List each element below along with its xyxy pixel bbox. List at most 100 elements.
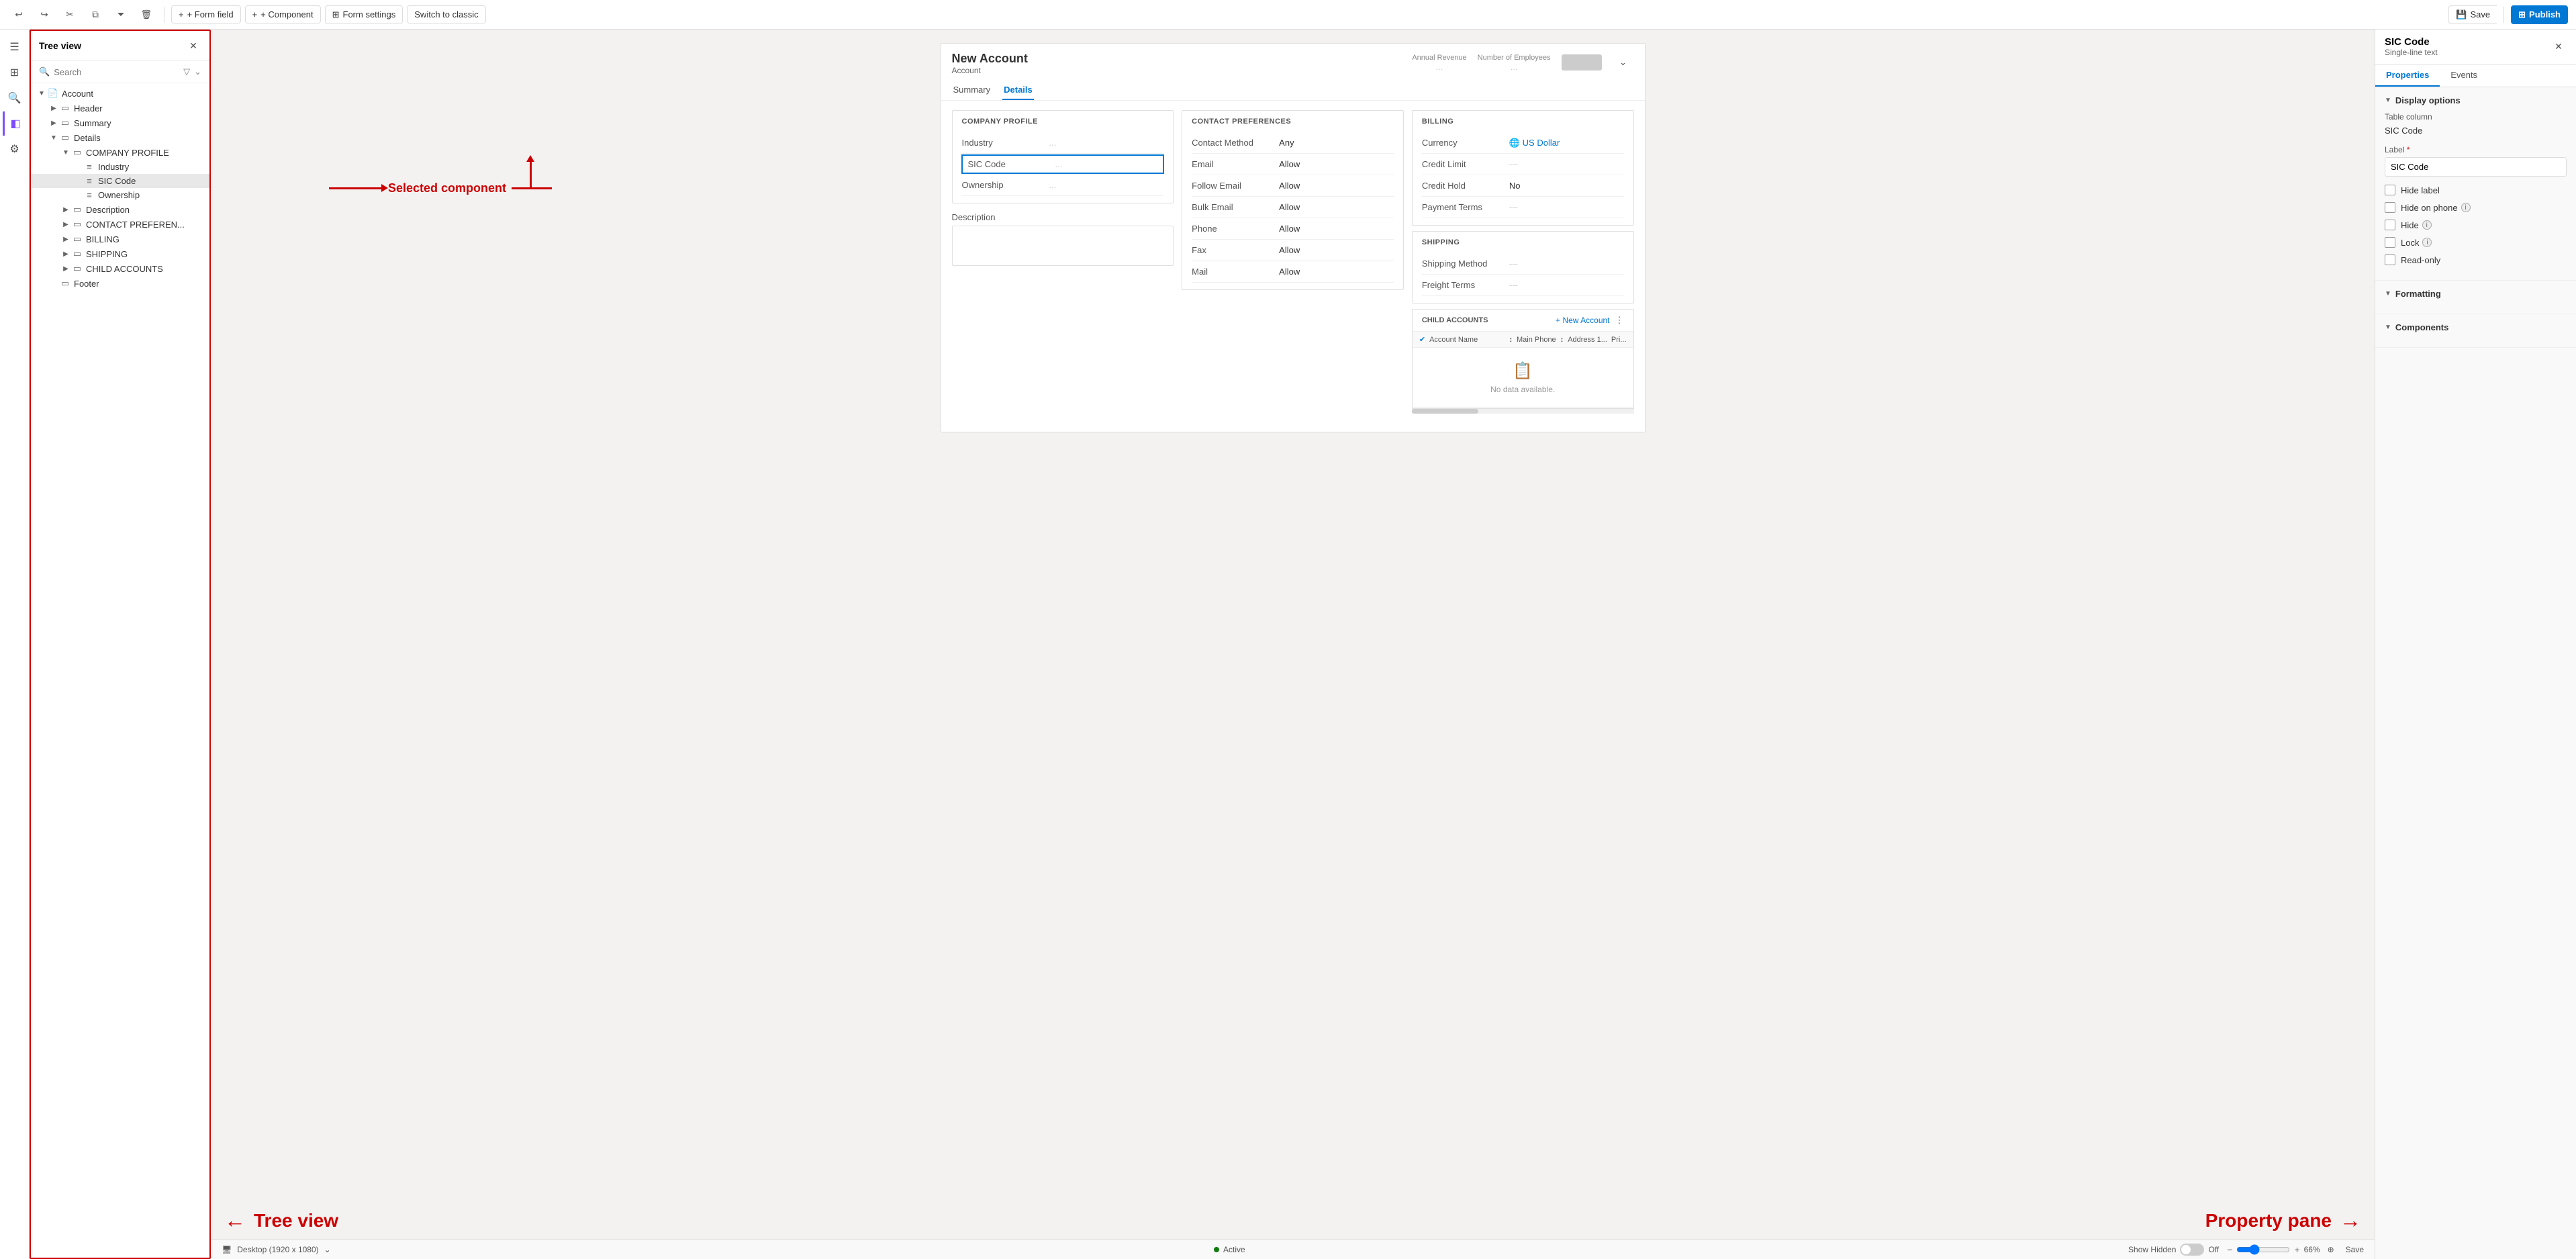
form-field-button[interactable]: + + Form field [171,5,241,24]
label-input[interactable] [2385,157,2567,177]
field-contact-method: Contact Method Any [1192,132,1394,154]
tree-item-industry[interactable]: ▶ ≡ Industry [31,160,209,174]
tree-item-ownership[interactable]: ▶ ≡ Ownership [31,188,209,202]
filter-down-icon[interactable]: ⌄ [194,66,201,77]
switch-classic-button[interactable]: Switch to classic [407,5,485,24]
save-icon: 💾 [2456,9,2467,20]
toggle-header[interactable]: ▶ [48,105,59,112]
sidebar-icon-layers[interactable]: ◧ [3,111,27,136]
tree-item-contact-prefs[interactable]: ▶ ▭ CONTACT PREFEREN... [31,217,209,232]
col-account-name[interactable]: Account Name [1429,336,1505,344]
toggle-contact[interactable]: ▶ [60,221,71,228]
toggle-account[interactable]: ▼ [36,90,47,97]
tree-item-shipping[interactable]: ▶ ▭ SHIPPING [31,246,209,261]
canvas-save-button[interactable]: Save [2346,1245,2364,1254]
hide-checkbox[interactable] [2385,220,2395,230]
form-record-info: New Account Account [952,52,1028,75]
save-button[interactable]: 💾 Save [2448,5,2497,24]
prop-close-button[interactable]: ✕ [2550,39,2567,55]
tree-item-account[interactable]: ▼ 📄 Account [31,86,209,101]
tree-item-billing[interactable]: ▶ ▭ BILLING [31,232,209,246]
col-address[interactable]: Address 1... [1568,336,1607,344]
hide-on-phone-checkbox[interactable] [2385,202,2395,213]
form-header-chevron[interactable]: ⌄ [1613,52,1634,73]
copy-button[interactable]: ⧉ [85,4,106,26]
device-chevron[interactable]: ⌄ [324,1245,331,1254]
history-button[interactable]: ⏷ [110,4,132,26]
publish-button[interactable]: ⊞ Publish [2511,5,2568,24]
lock-info-icon[interactable]: i [2422,238,2432,247]
toggle-shipping[interactable]: ▶ [60,250,71,258]
child-menu-icon[interactable]: ⋮ [1615,315,1624,326]
sidebar-icon-apps[interactable]: ⊞ [3,60,27,85]
field-phone: Phone Allow [1192,218,1394,240]
tree-item-child-accounts[interactable]: ▶ ▭ CHILD ACCOUNTS [31,261,209,276]
zoom-minus-icon[interactable]: − [2227,1244,2232,1255]
tab-summary[interactable]: Summary [952,81,992,100]
tab-details[interactable]: Details [1002,81,1034,100]
components-header[interactable]: ▼ Components [2385,322,2567,332]
hide-on-phone-info-icon[interactable]: i [2461,203,2471,212]
display-options-header[interactable]: ▼ Display options [2385,95,2567,105]
toggle-summary[interactable]: ▶ [48,120,59,127]
tree-item-header[interactable]: ▶ ▭ Header [31,101,209,115]
shipping-method-value: --- [1509,259,1624,269]
fit-screen-button[interactable]: ⊕ [2324,1243,2338,1256]
lock-checkbox[interactable] [2385,237,2395,248]
toggle-details[interactable]: ▼ [48,134,59,142]
hide-label-text: Hide label [2401,185,2440,195]
tree-item-description[interactable]: ▶ ▭ Description [31,202,209,217]
checkbox-hide[interactable]: Hide i [2385,220,2567,230]
checkbox-lock[interactable]: Lock i [2385,237,2567,248]
prop-tab-events[interactable]: Events [2440,64,2488,87]
form-canvas: New Account Account Annual Revenue ... N… [941,43,1645,432]
ownership-field-label: Ownership [962,180,1049,190]
billing-label: BILLING [1422,118,1624,126]
prop-tab-properties[interactable]: Properties [2375,64,2440,87]
tree-item-sic-code[interactable]: ▶ ≡ SIC Code [31,174,209,188]
undo-button[interactable]: ↩ [8,4,30,26]
tree-item-company-profile[interactable]: ▼ ▭ COMPANY PROFILE [31,145,209,160]
hide-info-icon[interactable]: i [2422,220,2432,230]
canvas-area: New Account Account Annual Revenue ... N… [211,30,2375,1259]
billing-section: BILLING Currency 🌐 US Dollar Credit Limi… [1412,110,1634,226]
col-main-phone[interactable]: Main Phone [1517,336,1556,344]
scrollbar-thumb[interactable] [1412,409,1478,414]
cut-button[interactable]: ✂ [59,4,81,26]
tree-close-button[interactable]: ✕ [185,38,201,54]
toggle-track[interactable] [2180,1244,2204,1256]
component-button[interactable]: + + Component [245,5,321,24]
toggle-company[interactable]: ▼ [60,149,71,156]
toggle-billing[interactable]: ▶ [60,236,71,243]
new-account-button[interactable]: + New Account [1556,316,1609,325]
formatting-header[interactable]: ▼ Formatting [2385,289,2567,299]
tree-item-details[interactable]: ▼ ▭ Details [31,130,209,145]
description-textarea[interactable] [952,226,1174,266]
arrow-right-icon: → [2340,1208,2361,1233]
tree-item-label: SHIPPING [86,249,128,259]
sic-code-selected-row[interactable]: SIC Code ... [962,155,1164,173]
tree-item-footer[interactable]: ▶ ▭ Footer [31,276,209,291]
sidebar-icon-settings[interactable]: ⚙ [3,137,27,161]
read-only-checkbox[interactable] [2385,254,2395,265]
delete-button[interactable]: 🗑 [136,4,157,26]
sidebar-icon-search[interactable]: 🔍 [3,86,27,110]
toggle-description[interactable]: ▶ [60,206,71,214]
filter-icon[interactable]: ▽ [183,66,190,77]
form-header: New Account Account Annual Revenue ... N… [941,44,1645,75]
toggle-child[interactable]: ▶ [60,265,71,273]
zoom-plus-icon[interactable]: + [2294,1244,2299,1255]
checkbox-hide-label[interactable]: Hide label [2385,185,2567,195]
checkbox-hide-on-phone[interactable]: Hide on phone i [2385,202,2567,213]
email-label: Email [1192,159,1279,169]
sidebar-icon-menu[interactable]: ☰ [3,35,27,59]
hide-label-checkbox[interactable] [2385,185,2395,195]
checkbox-read-only[interactable]: Read-only [2385,254,2567,265]
horizontal-scrollbar[interactable] [1412,408,1634,414]
zoom-slider-input[interactable] [2236,1244,2290,1255]
tree-item-summary[interactable]: ▶ ▭ Summary [31,115,209,130]
col-pri[interactable]: Pri... [1611,336,1627,344]
redo-button[interactable]: ↪ [34,4,55,26]
form-settings-button[interactable]: ⊞ Form settings [325,5,403,24]
tree-search-input[interactable] [54,67,179,77]
